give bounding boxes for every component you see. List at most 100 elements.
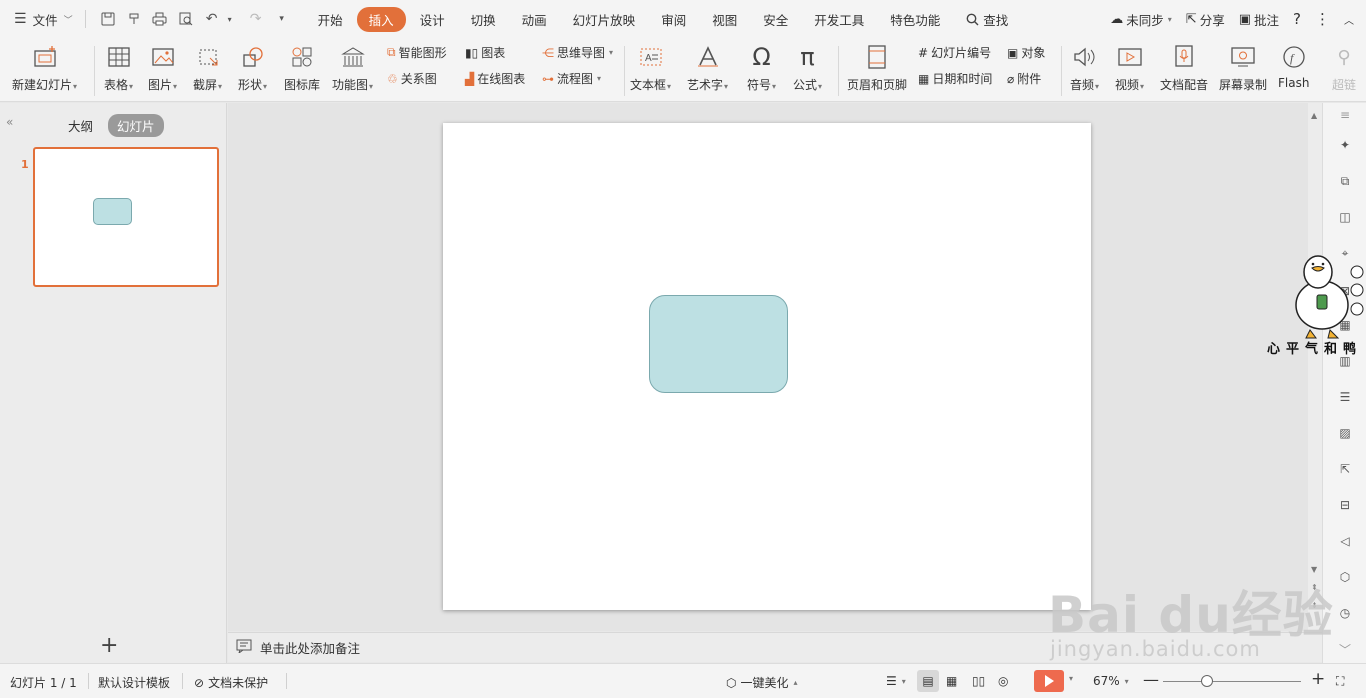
- zoom-slider[interactable]: [1163, 681, 1301, 682]
- speaker-icon: [1071, 43, 1099, 71]
- tab-animation[interactable]: 动画: [510, 7, 559, 32]
- zoom-level[interactable]: 67% ▾: [1093, 674, 1129, 688]
- zoom-slider-handle[interactable]: [1201, 675, 1213, 687]
- tab-review[interactable]: 审阅: [649, 7, 698, 32]
- screenshot-button[interactable]: 截屏▾: [193, 38, 222, 102]
- normal-view-icon[interactable]: ▤: [917, 670, 939, 692]
- slide-sorter-icon[interactable]: ▦: [946, 674, 957, 688]
- notes-bar[interactable]: 单击此处添加备注: [228, 632, 1322, 662]
- tab-insert[interactable]: 插入: [356, 6, 406, 32]
- slide-canvas[interactable]: [443, 123, 1091, 610]
- collapse-ribbon-icon[interactable]: ︿: [1344, 12, 1354, 27]
- next-slide-icon[interactable]: ⇟: [1311, 601, 1318, 610]
- datetime-button[interactable]: ▦ 日期和时间: [918, 70, 992, 87]
- scroll-up-icon[interactable]: ▲: [1311, 111, 1317, 120]
- header-footer-button[interactable]: 页眉和页脚: [847, 38, 907, 102]
- sync-button[interactable]: ☁ 未同步 ▾: [1110, 10, 1172, 29]
- volume-icon[interactable]: ◁: [1335, 531, 1355, 551]
- tab-design[interactable]: 设计: [408, 7, 457, 32]
- shield-icon[interactable]: ⬡: [1335, 567, 1355, 587]
- help-button[interactable]: ?: [1293, 10, 1301, 28]
- scroll-down-icon[interactable]: ▼: [1311, 565, 1317, 574]
- tab-home[interactable]: 开始: [306, 7, 355, 32]
- video-button[interactable]: 视频▾: [1115, 38, 1144, 102]
- comment-button[interactable]: ▣ 批注: [1239, 10, 1279, 29]
- audio-button[interactable]: 音频▾: [1070, 38, 1099, 102]
- beautify-button[interactable]: ⬡ 一键美化 ▴: [726, 674, 798, 691]
- vertical-scrollbar[interactable]: ▲ ▼ ⇞ ⇟: [1308, 103, 1322, 631]
- mindmap-button[interactable]: ⋲ 思维导图 ▾: [542, 44, 613, 61]
- history-icon[interactable]: ◷: [1335, 603, 1355, 623]
- slide-number-button[interactable]: # 幻灯片编号: [918, 44, 991, 61]
- attachment-button[interactable]: ⌀ 附件: [1007, 70, 1041, 87]
- zoom-in-icon[interactable]: +: [1311, 669, 1325, 689]
- chevron-down-icon[interactable]: ▾: [222, 11, 238, 27]
- tab-developer[interactable]: 开发工具: [802, 7, 876, 32]
- doc-voice-button[interactable]: 文档配音: [1160, 38, 1208, 102]
- prev-slide-icon[interactable]: ⇞: [1311, 583, 1318, 592]
- shape-button[interactable]: 形状▾: [238, 38, 267, 102]
- tab-transition[interactable]: 切换: [459, 7, 508, 32]
- expand-down-icon[interactable]: ﹀: [1335, 639, 1355, 659]
- icon-library-button[interactable]: 图标库: [284, 38, 320, 102]
- search-button[interactable]: 查找: [954, 7, 1020, 32]
- image-icon[interactable]: ▨: [1335, 423, 1355, 443]
- slide-thumbnail[interactable]: [33, 147, 219, 287]
- format-painter-icon[interactable]: [126, 11, 142, 27]
- chart-button[interactable]: ▮▯ 图表: [465, 44, 505, 61]
- wordart-button[interactable]: 艺术字▾: [687, 38, 728, 102]
- more-options-icon[interactable]: ⋮: [1315, 10, 1330, 28]
- share-icon: ⇱: [1185, 11, 1197, 27]
- print-preview-icon[interactable]: [178, 11, 194, 27]
- notes-toggle-icon[interactable]: ☰ ▾: [886, 674, 906, 688]
- fit-window-icon[interactable]: ⛶: [1336, 674, 1344, 689]
- tab-slides[interactable]: 幻灯片: [108, 114, 164, 137]
- chevron-down-icon: ▾: [1167, 14, 1172, 24]
- new-slide-button[interactable]: 新建幻灯片▾: [12, 38, 77, 102]
- play-options-icon[interactable]: ▾: [1068, 674, 1073, 683]
- zoom-out-icon[interactable]: —: [1143, 670, 1159, 689]
- add-slide-icon[interactable]: +: [100, 633, 118, 658]
- customize-qa-icon[interactable]: ▾: [274, 11, 290, 27]
- tab-features[interactable]: 特色功能: [878, 7, 952, 32]
- smart-art-button[interactable]: ⧉ 智能图形: [387, 44, 447, 61]
- print-icon[interactable]: [152, 11, 168, 27]
- archive-icon[interactable]: ⊟: [1335, 495, 1355, 515]
- screen-record-button[interactable]: 屏幕录制: [1219, 38, 1267, 102]
- shape-style-icon[interactable]: ◫: [1335, 207, 1355, 227]
- object-button[interactable]: ▣ 对象: [1007, 44, 1045, 61]
- undo-icon[interactable]: ↶: [204, 11, 220, 27]
- hyperlink-button[interactable]: ⚲ 超链: [1330, 38, 1358, 102]
- sliders-icon[interactable]: ☰: [1335, 387, 1355, 407]
- tab-view[interactable]: 视图: [700, 7, 749, 32]
- table-button[interactable]: 表格▾: [104, 38, 133, 102]
- copy-style-icon[interactable]: ⧉: [1335, 171, 1355, 191]
- picture-button[interactable]: 图片▾: [148, 38, 177, 102]
- rounded-rectangle-shape[interactable]: [649, 295, 788, 393]
- tab-outline[interactable]: 大纲: [68, 116, 93, 135]
- protect-status[interactable]: ⊘ 文档未保护: [194, 674, 268, 691]
- shield-icon: ⊘: [194, 675, 205, 690]
- tab-security[interactable]: 安全: [751, 7, 800, 32]
- flash-button[interactable]: f Flash: [1278, 38, 1309, 102]
- function-chart-button[interactable]: 功能图▾: [332, 38, 373, 102]
- template-name[interactable]: 默认设计模板: [98, 674, 170, 691]
- reading-view-icon[interactable]: ▯▯: [972, 674, 985, 688]
- export-icon[interactable]: ⇱: [1335, 459, 1355, 479]
- flowchart-button[interactable]: ⊶ 流程图 ▾: [542, 70, 601, 87]
- collapse-pane-icon[interactable]: «: [6, 115, 13, 129]
- tab-slideshow[interactable]: 幻灯片放映: [561, 7, 648, 32]
- presenter-view-icon[interactable]: ◎: [998, 674, 1008, 688]
- relation-chart-button[interactable]: ♲ 关系图: [387, 70, 437, 87]
- play-button[interactable]: [1034, 670, 1064, 692]
- file-menu[interactable]: ☰ 文件 ﹀: [0, 0, 79, 38]
- pin-icon[interactable]: ✦: [1335, 135, 1355, 155]
- formula-button[interactable]: π 公式▾: [793, 38, 822, 102]
- online-chart-button[interactable]: ▟ 在线图表: [465, 70, 525, 87]
- redo-icon[interactable]: ↷: [248, 11, 264, 27]
- sidebar-handle-icon[interactable]: ≡: [1335, 105, 1355, 125]
- symbol-button[interactable]: Ω 符号▾: [747, 38, 776, 102]
- save-icon[interactable]: [100, 11, 116, 27]
- textbox-button[interactable]: A 文本框▾: [630, 38, 671, 102]
- share-button[interactable]: ⇱ 分享: [1186, 10, 1225, 29]
